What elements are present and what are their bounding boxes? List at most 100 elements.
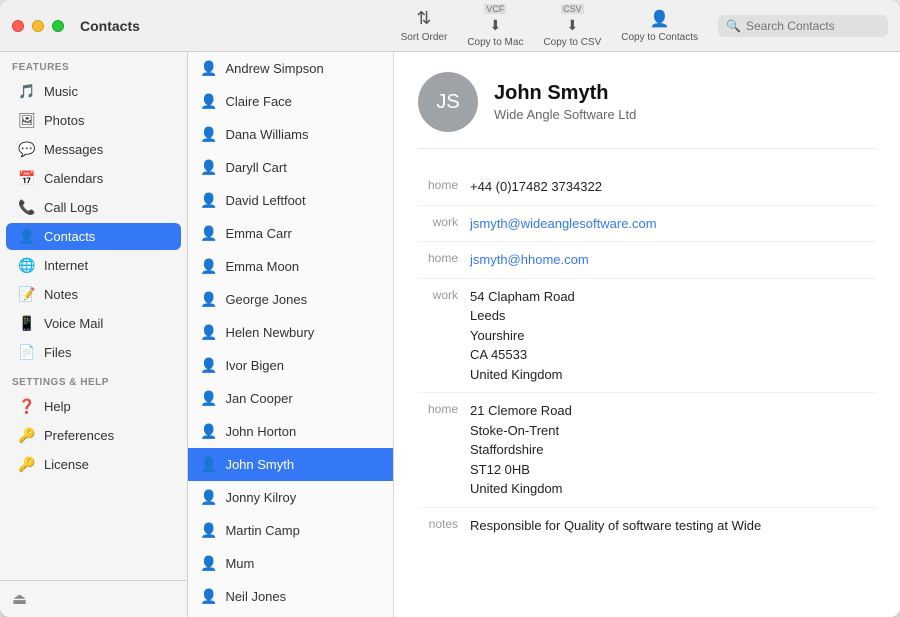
contact-name: George Jones	[225, 292, 307, 307]
close-button[interactable]	[12, 20, 24, 32]
contact-name: Emma Moon	[225, 259, 299, 274]
copy-to-mac-icon: ⬇	[490, 17, 502, 34]
copy-to-csv-button[interactable]: CSV ⬇ Copy to CSV	[543, 4, 601, 48]
person-icon: 👤	[200, 555, 217, 572]
sidebar-item-label: Notes	[44, 287, 78, 302]
detail-panel: JS John Smyth Wide Angle Software Ltd ho…	[394, 52, 900, 617]
voice-mail-icon: 📱	[18, 315, 36, 332]
sidebar-item-calendars[interactable]: 📅 Calendars	[6, 165, 181, 192]
sidebar-item-messages[interactable]: 💬 Messages	[6, 136, 181, 163]
field-value: 54 Clapham Road Leeds Yourshire CA 45533…	[470, 287, 876, 385]
sort-order-label: Sort Order	[401, 32, 448, 43]
contact-item[interactable]: 👤 Emma Moon	[188, 250, 393, 283]
sidebar-item-photos[interactable]: 🖼 Photos	[6, 107, 181, 134]
contact-name: John Horton	[225, 424, 296, 439]
contact-item[interactable]: 👤 Mum	[188, 547, 393, 580]
contact-item-selected[interactable]: 👤 John Smyth	[188, 448, 393, 481]
sidebar-item-call-logs[interactable]: 📞 Call Logs	[6, 194, 181, 221]
titlebar: Contacts ⇅ Sort Order VCF ⬇ Copy to Mac …	[0, 0, 900, 52]
detail-row-email-work: work jsmyth@wideanglesoftware.com	[418, 206, 876, 243]
detail-row-address-work: work 54 Clapham Road Leeds Yourshire CA …	[418, 279, 876, 394]
app-window: Contacts ⇅ Sort Order VCF ⬇ Copy to Mac …	[0, 0, 900, 617]
contact-list: 👤 Andrew Simpson 👤 Claire Face 👤 Dana Wi…	[188, 52, 394, 617]
person-icon: 👤	[200, 159, 217, 176]
sidebar-footer: ⏏	[0, 580, 187, 617]
contact-item[interactable]: 👤 Jan Cooper	[188, 382, 393, 415]
contact-name: John Smyth	[225, 457, 294, 472]
person-icon: 👤	[200, 324, 217, 341]
field-label: work	[418, 214, 458, 229]
person-icon: 👤	[200, 489, 217, 506]
contact-name: Neil Jones	[225, 589, 286, 604]
contact-item[interactable]: 👤 Andrew Simpson	[188, 52, 393, 85]
contact-name: Claire Face	[225, 94, 291, 109]
person-icon: 👤	[200, 423, 217, 440]
contact-item[interactable]: 👤 Helen Newbury	[188, 316, 393, 349]
toolbar: ⇅ Sort Order VCF ⬇ Copy to Mac CSV ⬇ Cop…	[401, 4, 888, 48]
copy-to-mac-button[interactable]: VCF ⬇ Copy to Mac	[467, 4, 523, 48]
copy-to-contacts-icon: 👤	[650, 9, 670, 29]
sidebar-item-label: Help	[44, 399, 71, 414]
minimize-button[interactable]	[32, 20, 44, 32]
sidebar-item-voice-mail[interactable]: 📱 Voice Mail	[6, 310, 181, 337]
call-logs-icon: 📞	[18, 199, 36, 216]
contact-item[interactable]: 👤 Ivor Bigen	[188, 349, 393, 382]
sidebar-item-internet[interactable]: 🌐 Internet	[6, 252, 181, 279]
contact-item[interactable]: 👤 John Horton	[188, 415, 393, 448]
contact-name: Andrew Simpson	[225, 61, 323, 76]
sidebar-item-help[interactable]: ❓ Help	[6, 393, 181, 420]
sidebar-item-label: Call Logs	[44, 200, 98, 215]
copy-to-mac-sublabel: VCF	[484, 4, 506, 14]
help-icon: ❓	[18, 398, 36, 415]
copy-to-contacts-button[interactable]: 👤 Copy to Contacts	[621, 9, 698, 43]
sidebar-item-label: Music	[44, 84, 78, 99]
person-icon: 👤	[200, 258, 217, 275]
calendars-icon: 📅	[18, 170, 36, 187]
sidebar-item-music[interactable]: 🎵 Music	[6, 78, 181, 105]
sidebar-item-label: Calendars	[44, 171, 103, 186]
contact-item[interactable]: 👤 Claire Face	[188, 85, 393, 118]
sort-order-button[interactable]: ⇅ Sort Order	[401, 8, 448, 43]
contact-name: Helen Newbury	[225, 325, 314, 340]
contact-item[interactable]: 👤 Emma Carr	[188, 217, 393, 250]
search-bar[interactable]: 🔍	[718, 15, 888, 37]
contact-name: Ivor Bigen	[225, 358, 284, 373]
copy-to-csv-sublabel: CSV	[561, 4, 584, 14]
field-label: notes	[418, 516, 458, 531]
person-icon: 👤	[200, 225, 217, 242]
contact-item[interactable]: 👤 Dana Williams	[188, 118, 393, 151]
contact-item[interactable]: 👤 Daryll Cart	[188, 151, 393, 184]
maximize-button[interactable]	[52, 20, 64, 32]
sidebar-item-license[interactable]: 🔑 License	[6, 451, 181, 478]
sidebar-item-label: Internet	[44, 258, 88, 273]
sidebar-item-files[interactable]: 📄 Files	[6, 339, 181, 366]
person-icon: 👤	[200, 60, 217, 77]
sidebar: Features 🎵 Music 🖼 Photos 💬 Messages 📅 C…	[0, 52, 188, 617]
sidebar-item-label: License	[44, 457, 89, 472]
contact-item[interactable]: 👤 Neil Jones	[188, 580, 393, 613]
contact-name: Jan Cooper	[225, 391, 292, 406]
person-icon: 👤	[200, 456, 217, 473]
sidebar-item-notes[interactable]: 📝 Notes	[6, 281, 181, 308]
contact-header: JS John Smyth Wide Angle Software Ltd	[418, 72, 876, 149]
music-icon: 🎵	[18, 83, 36, 100]
contact-name: Daryll Cart	[225, 160, 286, 175]
sidebar-item-preferences[interactable]: 🔑 Preferences	[6, 422, 181, 449]
person-icon: 👤	[200, 192, 217, 209]
avatar-initials: JS	[436, 91, 459, 114]
eject-icon[interactable]: ⏏	[12, 591, 27, 608]
contact-item[interactable]: 👤 George Jones	[188, 283, 393, 316]
contact-name: Emma Carr	[225, 226, 291, 241]
copy-to-csv-label: Copy to CSV	[543, 37, 601, 48]
contact-item[interactable]: 👤 David Leftfoot	[188, 184, 393, 217]
contact-item[interactable]: 👤 Olive Scar	[188, 613, 393, 617]
contact-name: Dana Williams	[225, 127, 308, 142]
contact-item[interactable]: 👤 Martin Camp	[188, 514, 393, 547]
contact-full-name: John Smyth	[494, 82, 636, 105]
search-input[interactable]	[746, 19, 880, 33]
notes-icon: 📝	[18, 286, 36, 303]
sidebar-item-contacts[interactable]: 👤 Contacts	[6, 223, 181, 250]
field-value: 21 Clemore Road Stoke-On-Trent Staffords…	[470, 401, 876, 499]
contact-item[interactable]: 👤 Jonny Kilroy	[188, 481, 393, 514]
contact-avatar: JS	[418, 72, 478, 132]
